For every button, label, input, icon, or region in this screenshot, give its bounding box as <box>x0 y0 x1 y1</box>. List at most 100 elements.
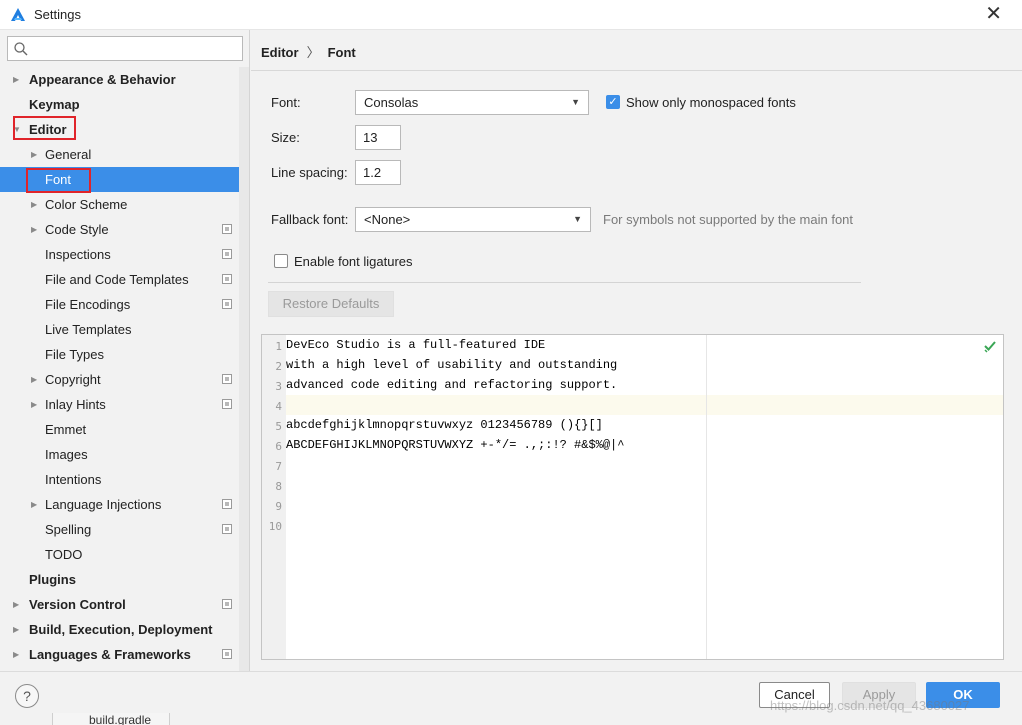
preview-code-line: DevEco Studio is a full-featured IDE <box>286 338 546 352</box>
tree-item-label: Inspections <box>45 247 111 262</box>
search-icon <box>14 42 28 56</box>
tree-item-label: File and Code Templates <box>45 272 189 287</box>
tree-item-plugins[interactable]: Plugins <box>0 567 240 592</box>
title-bar: Settings ✕ <box>0 0 1022 30</box>
breadcrumb: Editor 〉 Font <box>261 42 356 61</box>
tree-item-label: Version Control <box>29 597 126 612</box>
preview-code-line: abcdefghijklmnopqrstuvwxyz 0123456789 ()… <box>286 418 603 432</box>
tree-item-label: Color Scheme <box>45 197 128 212</box>
help-button[interactable]: ? <box>15 684 39 708</box>
tree-item-inlay-hints[interactable]: ▶ Inlay Hints <box>0 392 240 417</box>
expand-arrow-icon[interactable]: ▶ <box>31 492 41 517</box>
tree-item-images[interactable]: Images <box>0 442 240 467</box>
preview-code-line: advanced code editing and refactoring su… <box>286 378 618 392</box>
project-scope-icon <box>222 274 232 284</box>
tree-item-version-control[interactable]: ▶ Version Control <box>0 592 240 617</box>
font-settings-panel: Editor 〉 Font Font: Consolas ▼ ✓ Show only… <box>251 30 1022 671</box>
expand-arrow-icon[interactable]: ▶ <box>31 217 41 242</box>
line-number: 2 <box>275 360 282 373</box>
line-spacing-label: Line spacing: <box>271 165 348 180</box>
size-field[interactable]: 13 <box>355 125 401 150</box>
tree-item-copyright[interactable]: ▶ Copyright <box>0 367 240 392</box>
line-number: 6 <box>275 440 282 453</box>
font-preview-editor[interactable]: 1 DevEco Studio is a full-featured IDE 2 wi… <box>261 334 1004 660</box>
preview-code-line: ABCDEFGHIJKLMNOPQRSTUVWXYZ +-*/= .,;:!? … <box>286 438 625 452</box>
tree-item-label: Intentions <box>45 472 102 487</box>
chevron-down-icon: ▼ <box>571 97 580 107</box>
tree-item-label: Live Templates <box>45 322 132 337</box>
settings-tree: ▶ Appearance & Behavior Keymap ▼ Editor … <box>0 67 240 667</box>
tree-item-file-types[interactable]: File Types <box>0 342 240 367</box>
monospaced-label[interactable]: Show only monospaced fonts <box>626 95 796 110</box>
background-editor-tab: build.gradle <box>52 713 170 725</box>
tree-item-label: Spelling <box>45 522 92 537</box>
size-label: Size: <box>271 130 300 145</box>
close-icon[interactable]: ✕ <box>985 3 1002 25</box>
settings-sidebar: ▶ Appearance & Behavior Keymap ▼ Editor … <box>0 30 250 671</box>
restore-defaults-button[interactable]: Restore Defaults <box>268 291 394 317</box>
tree-item-appearance[interactable]: ▶ Appearance & Behavior <box>0 67 240 92</box>
tree-item-label: Copyright <box>45 372 101 387</box>
line-number: 9 <box>275 500 282 513</box>
font-select[interactable]: Consolas ▼ <box>355 90 589 115</box>
right-margin-guide <box>706 335 707 659</box>
expand-arrow-icon[interactable]: ▶ <box>13 617 23 642</box>
tree-item-label: Languages & Frameworks <box>29 647 191 662</box>
tree-item-label: File Encodings <box>45 297 131 312</box>
project-scope-icon <box>222 249 232 259</box>
project-scope-icon <box>222 224 232 234</box>
tree-item-label: Build, Execution, Deployment <box>29 622 213 637</box>
tree-item-label: File Types <box>45 347 105 362</box>
breadcrumb-parent[interactable]: Editor <box>261 45 299 60</box>
header-divider <box>251 70 1022 71</box>
annotation-box-font <box>26 168 91 193</box>
expand-arrow-icon[interactable]: ▶ <box>31 192 41 217</box>
window-title: Settings <box>34 7 81 22</box>
sidebar-scrollbar[interactable] <box>239 67 249 671</box>
expand-arrow-icon[interactable]: ▶ <box>31 142 41 167</box>
tree-item-todo[interactable]: TODO <box>0 542 240 567</box>
tree-item-file-code-templates[interactable]: File and Code Templates <box>0 267 240 292</box>
annotation-box-editor <box>13 116 76 140</box>
line-spacing-field[interactable]: 1.2 <box>355 160 401 185</box>
project-scope-icon <box>222 399 232 409</box>
project-scope-icon <box>222 374 232 384</box>
chevron-down-icon: ▼ <box>573 214 582 224</box>
breadcrumb-separator: 〉 <box>306 45 320 60</box>
tree-item-label: Plugins <box>29 572 76 587</box>
expand-arrow-icon[interactable]: ▶ <box>31 367 41 392</box>
tree-item-label: Emmet <box>45 422 87 437</box>
tree-item-emmet[interactable]: Emmet <box>0 417 240 442</box>
fallback-font-value: <None> <box>364 212 411 227</box>
project-scope-icon <box>222 499 232 509</box>
line-number: 8 <box>275 480 282 493</box>
project-scope-icon <box>222 649 232 659</box>
tree-item-language-injections[interactable]: ▶ Language Injections <box>0 492 240 517</box>
tree-item-general[interactable]: ▶ General <box>0 142 240 167</box>
tree-item-spelling[interactable]: Spelling <box>0 517 240 542</box>
tree-item-label: TODO <box>45 547 83 562</box>
tree-item-inspections[interactable]: Inspections <box>0 242 240 267</box>
tree-item-color-scheme[interactable]: ▶ Color Scheme <box>0 192 240 217</box>
current-line-highlight <box>286 395 1003 415</box>
monospaced-checkbox[interactable]: ✓ <box>606 95 620 109</box>
app-logo-icon <box>11 8 25 21</box>
tree-item-file-encodings[interactable]: File Encodings <box>0 292 240 317</box>
expand-arrow-icon[interactable]: ▶ <box>31 392 41 417</box>
tree-item-intentions[interactable]: Intentions <box>0 467 240 492</box>
project-scope-icon <box>222 524 232 534</box>
tree-item-languages[interactable]: ▶ Languages & Frameworks <box>0 642 240 667</box>
tree-item-code-style[interactable]: ▶ Code Style <box>0 217 240 242</box>
expand-arrow-icon[interactable]: ▶ <box>13 642 23 667</box>
tree-item-build[interactable]: ▶ Build, Execution, Deployment <box>0 617 240 642</box>
expand-arrow-icon[interactable]: ▶ <box>13 592 23 617</box>
ligatures-checkbox[interactable] <box>274 254 288 268</box>
ligatures-label[interactable]: Enable font ligatures <box>294 254 413 269</box>
tree-item-keymap[interactable]: Keymap <box>0 92 240 117</box>
breadcrumb-current: Font <box>327 45 356 60</box>
tree-item-live-templates[interactable]: Live Templates <box>0 317 240 342</box>
expand-arrow-icon[interactable]: ▶ <box>13 67 23 92</box>
line-number: 4 <box>275 400 282 413</box>
search-input[interactable] <box>7 36 243 61</box>
fallback-font-select[interactable]: <None> ▼ <box>355 207 591 232</box>
